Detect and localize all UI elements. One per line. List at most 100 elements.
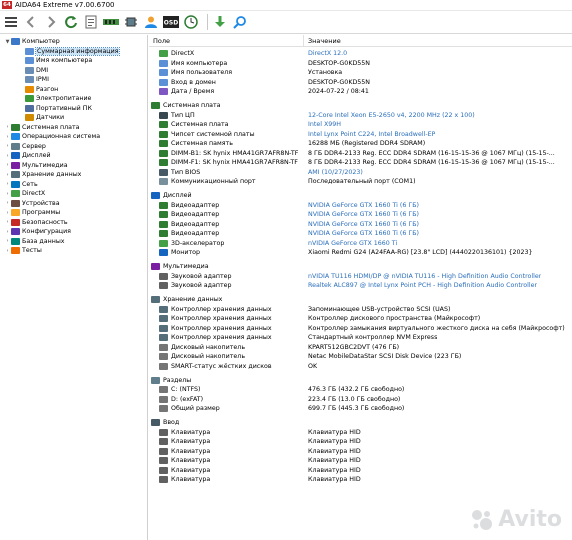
table-row[interactable]: Коммуникационный порт Последовательный по…	[149, 177, 572, 187]
expand-chevron-icon[interactable]: ›	[4, 124, 11, 130]
expand-chevron-icon[interactable]: ›	[4, 191, 11, 197]
table-row[interactable]: Системная память 16288 МБ (Registered DDR…	[149, 139, 572, 149]
tree-item[interactable]: › Сервер	[0, 142, 147, 152]
expand-chevron-icon[interactable]: ›	[4, 181, 11, 187]
tree-item[interactable]: Имя компьютера	[0, 56, 147, 66]
tree-item[interactable]: DMI	[0, 66, 147, 76]
value-link[interactable]: NVIDIA GeForce GTX 1660 Ti (6 ГБ)	[304, 202, 419, 209]
table-row[interactable]: Контроллер хранения данных Контроллер зам…	[149, 324, 572, 334]
table-row[interactable]: Видеоадаптер NVIDIA GeForce GTX 1660 Ti (…	[149, 229, 572, 239]
tree-item[interactable]: ▼ Компьютер	[0, 37, 147, 47]
refresh-icon[interactable]	[63, 14, 79, 30]
table-row[interactable]: Видеоадаптер NVIDIA GeForce GTX 1660 Ti (…	[149, 220, 572, 230]
tree-item[interactable]: › Безопасность	[0, 218, 147, 228]
tree-item[interactable]: › DirectX	[0, 189, 147, 199]
tree-item[interactable]: › Мультимедиа	[0, 161, 147, 171]
tree-item[interactable]: › Системная плата	[0, 123, 147, 133]
table-row[interactable]: Контроллер хранения данных Контроллер дис…	[149, 314, 572, 324]
user-icon[interactable]	[143, 14, 159, 30]
menu-icon[interactable]	[3, 14, 19, 30]
search-icon[interactable]	[232, 14, 248, 30]
tree-item[interactable]: › Операционная система	[0, 132, 147, 142]
value-link[interactable]: nVIDIA GeForce GTX 1660 Ti	[304, 240, 397, 247]
table-row[interactable]: Контроллер хранения данных Стандартный ко…	[149, 333, 572, 343]
table-row[interactable]: Видеоадаптер NVIDIA GeForce GTX 1660 Ti (…	[149, 210, 572, 220]
forward-icon[interactable]	[43, 14, 59, 30]
tree-item[interactable]: › Программы	[0, 208, 147, 218]
value-link[interactable]: NVIDIA GeForce GTX 1660 Ti (6 ГБ)	[304, 221, 419, 228]
expand-chevron-icon[interactable]: ›	[4, 229, 11, 235]
table-row[interactable]: Дата / Время 2024-07-22 / 08:41	[149, 87, 572, 97]
tree-item[interactable]: › Конфигурация	[0, 227, 147, 237]
tree-item[interactable]: › Хранение данных	[0, 170, 147, 180]
chip-icon[interactable]	[123, 14, 139, 30]
table-row[interactable]: Вход в домен DESKTOP-G0KD55N	[149, 78, 572, 88]
osd-icon[interactable]: OSD	[163, 14, 179, 30]
clock-icon[interactable]	[183, 14, 199, 30]
expand-chevron-icon[interactable]: ›	[4, 219, 11, 225]
table-row[interactable]: Тип BIOS AMI (10/27/2023)	[149, 168, 572, 178]
table-row[interactable]: Видеоадаптер NVIDIA GeForce GTX 1660 Ti (…	[149, 201, 572, 211]
expand-chevron-icon[interactable]: ›	[4, 248, 11, 254]
table-row[interactable]: Имя компьютера DESKTOP-G0KD55N	[149, 59, 572, 69]
value-link[interactable]: AMI (10/27/2023)	[304, 169, 363, 176]
table-row[interactable]: Тип ЦП 12-Core Intel Xeon E5-2650 v4, 220…	[149, 111, 572, 121]
expand-chevron-icon[interactable]: ›	[4, 200, 11, 206]
table-row[interactable]: Дисковый накопитель KPART512GBC2DVT (476 …	[149, 343, 572, 353]
navigation-tree[interactable]: ▼ Компьютер Суммарная информация Имя компью…	[0, 35, 148, 540]
tree-item[interactable]: IPMI	[0, 75, 147, 85]
expand-chevron-icon[interactable]: ›	[4, 143, 11, 149]
value-link[interactable]: NVIDIA GeForce GTX 1660 Ti (6 ГБ)	[304, 230, 419, 237]
table-row[interactable]: DirectX DirectX 12.0	[149, 49, 572, 59]
tree-item[interactable]: › Устройства	[0, 199, 147, 209]
table-row[interactable]: Общий размер 699.7 ГБ (445.3 ГБ свободно)	[149, 404, 572, 414]
table-row[interactable]: Системная плата Intel X99H	[149, 120, 572, 130]
memory-icon[interactable]	[103, 14, 119, 30]
table-row[interactable]: Звуковой адаптер nVIDIA TU116 HDMI/DP @ n…	[149, 272, 572, 282]
expand-chevron-icon[interactable]: ›	[4, 153, 11, 159]
table-row[interactable]: Звуковой адаптер Realtek ALC897 @ Intel L…	[149, 281, 572, 291]
tree-item[interactable]: › База данных	[0, 237, 147, 247]
column-value-header[interactable]: Значение	[304, 37, 341, 45]
table-row[interactable]: Контроллер хранения данных Запоминающее U…	[149, 305, 572, 315]
tree-item[interactable]: Суммарная информация	[0, 46, 147, 57]
table-row[interactable]: Клавиатура Клавиатура HID	[149, 428, 572, 438]
report-icon[interactable]	[83, 14, 99, 30]
expand-chevron-icon[interactable]: ›	[4, 134, 11, 140]
value-link[interactable]: Intel Lynx Point C224, Intel Broadwell-E…	[304, 131, 435, 138]
expand-chevron-icon[interactable]: ›	[4, 172, 11, 178]
expand-chevron-icon[interactable]: ›	[4, 162, 11, 168]
table-row[interactable]: Чипсет системной платы Intel Lynx Point C…	[149, 130, 572, 140]
table-row[interactable]: Дисковый накопитель Netac MobileDataStar …	[149, 352, 572, 362]
tree-item[interactable]: › Сеть	[0, 180, 147, 190]
tree-item[interactable]: › Тесты	[0, 246, 147, 256]
table-row[interactable]: DIMM-F1: SK hynix HMA41GR7AFR8N-TF 8 ГБ D…	[149, 158, 572, 168]
back-icon[interactable]	[23, 14, 39, 30]
tree-item[interactable]: Датчики	[0, 113, 147, 123]
value-link[interactable]: nVIDIA TU116 HDMI/DP @ nVIDIA TU116 - Hi…	[304, 273, 541, 280]
tree-item[interactable]: Электропитание	[0, 94, 147, 104]
download-icon[interactable]	[212, 14, 228, 30]
expand-chevron-icon[interactable]: ›	[4, 210, 11, 216]
table-row[interactable]: C: (NTFS) 476.3 ГБ (432.2 ГБ свободно)	[149, 385, 572, 395]
table-row[interactable]: Клавиатура Клавиатура HID	[149, 437, 572, 447]
value-link[interactable]: Realtek ALC897 @ Intel Lynx Point PCH - …	[304, 282, 537, 289]
table-row[interactable]: Имя пользователя Установка	[149, 68, 572, 78]
table-row[interactable]: D: (exFAT) 223.4 ГБ (13.0 ГБ свободно)	[149, 395, 572, 405]
expand-chevron-icon[interactable]: ›	[4, 238, 11, 244]
column-field-header[interactable]: Поле	[149, 35, 304, 46]
tree-item[interactable]: Разгон	[0, 85, 147, 95]
table-row[interactable]: Клавиатура Клавиатура HID	[149, 456, 572, 466]
table-row[interactable]: Клавиатура Клавиатура HID	[149, 466, 572, 476]
table-row[interactable]: Клавиатура Клавиатура HID	[149, 475, 572, 485]
value-link[interactable]: NVIDIA GeForce GTX 1660 Ti (6 ГБ)	[304, 211, 419, 218]
table-row[interactable]: Монитор Xiaomi Redmi G24 (A24FAA-RG) [23.…	[149, 248, 572, 258]
table-row[interactable]: DIMM-B1: SK hynix HMA41GR7AFR8N-TF 8 ГБ D…	[149, 149, 572, 159]
value-link[interactable]: Intel X99H	[304, 121, 341, 128]
value-link[interactable]: DirectX 12.0	[304, 50, 347, 57]
table-row[interactable]: 3D-акселератор nVIDIA GeForce GTX 1660 Ti	[149, 239, 572, 249]
value-link[interactable]: 12-Core Intel Xeon E5-2650 v4, 2200 MHz …	[304, 112, 475, 119]
table-row[interactable]: Клавиатура Клавиатура HID	[149, 447, 572, 457]
table-row[interactable]: SMART-статус жёстких дисков OK	[149, 362, 572, 372]
tree-item[interactable]: › Дисплей	[0, 151, 147, 161]
